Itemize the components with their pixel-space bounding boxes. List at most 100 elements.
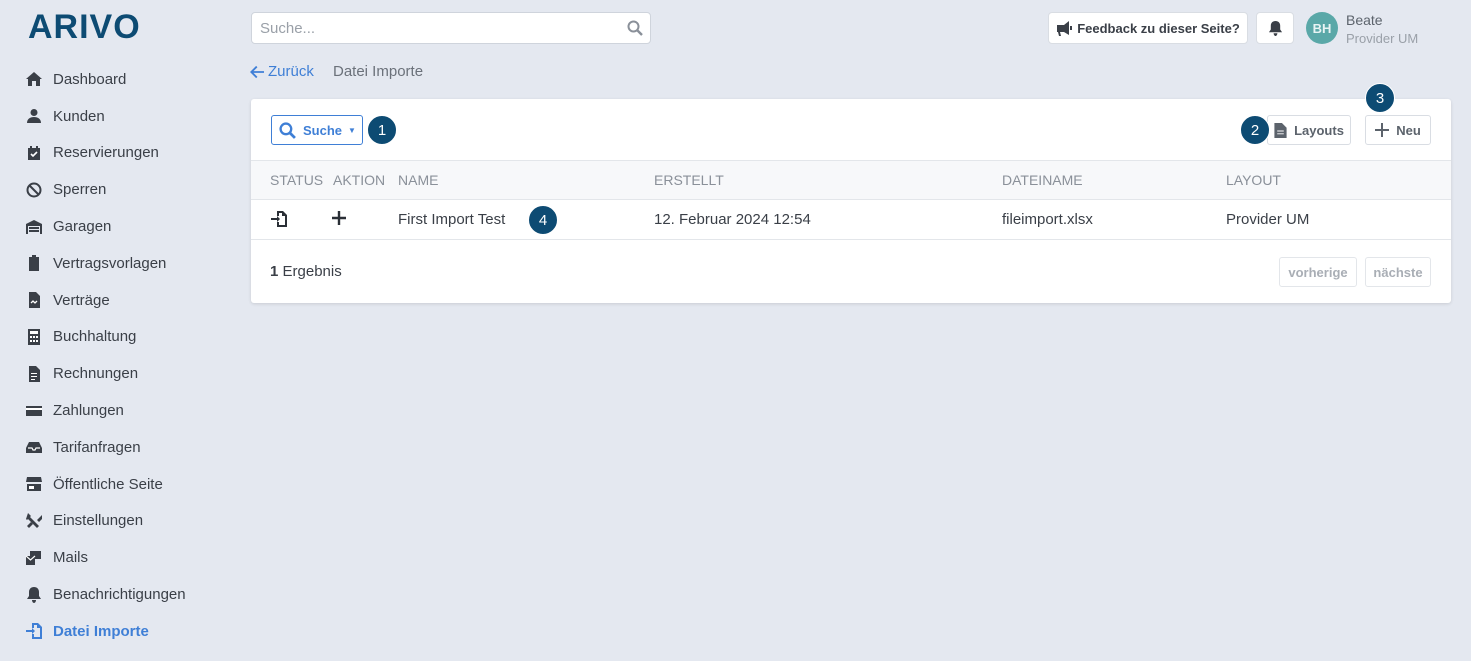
sidebar-item-einstellungen[interactable]: Einstellungen (0, 503, 240, 540)
sidebar-item-oeffentliche-seite[interactable]: Öffentliche Seite (0, 466, 240, 503)
result-count: 1 Ergebnis (270, 263, 342, 280)
sidebar-item-sperren[interactable]: Sperren (0, 171, 240, 208)
column-header-erstellt[interactable]: ERSTELLT (654, 172, 724, 188)
calendar-check-icon (25, 144, 43, 162)
home-icon (25, 70, 43, 88)
credit-card-icon (25, 402, 43, 420)
annotation-badge-2: 2 (1240, 115, 1270, 145)
sidebar-item-label: Reservierungen (53, 144, 159, 162)
file-icon (1274, 122, 1287, 138)
annotation-badge-1: 1 (367, 115, 397, 145)
calculator-icon (25, 328, 43, 346)
sidebar-item-label: Datei Importe (53, 622, 149, 640)
search-dropdown-button[interactable]: Suche ▼ (271, 115, 363, 145)
inbox-icon (25, 438, 43, 456)
sidebar-item-label: Buchhaltung (53, 328, 137, 346)
global-search[interactable] (251, 12, 651, 44)
column-header-layout[interactable]: LAYOUT (1226, 172, 1281, 188)
search-dropdown-label: Suche (303, 122, 343, 138)
sidebar-item-dashboard[interactable]: Dashboard (0, 61, 240, 98)
feedback-button[interactable]: Feedback zu dieser Seite? (1048, 12, 1248, 44)
table-header: STATUS AKTION NAME ERSTELLT DATEINAME LA… (251, 161, 1451, 200)
sidebar-item-zahlungen[interactable]: Zahlungen (0, 392, 240, 429)
page-title: Datei Importe (333, 63, 424, 80)
bell-icon (25, 586, 43, 604)
sidebar: ARIVO Dashboard Kunden Reservierungen Sp… (0, 0, 240, 661)
sidebar-item-label: Garagen (53, 218, 112, 236)
status-import-icon[interactable] (271, 211, 287, 231)
ban-icon (25, 181, 43, 199)
column-header-aktion[interactable]: AKTION (333, 172, 385, 188)
row-filename: fileimport.xlsx (1002, 211, 1093, 228)
sidebar-item-garagen[interactable]: Garagen (0, 208, 240, 245)
logo-icon: ARIVO (28, 8, 141, 46)
row-name: First Import Test (398, 211, 506, 228)
user-role: Provider UM (1346, 31, 1419, 46)
sidebar-nav: Dashboard Kunden Reservierungen Sperren … (0, 61, 240, 650)
new-label: Neu (1396, 122, 1421, 138)
annotation-badge-4: 4 (528, 205, 558, 235)
sidebar-item-label: Sperren (53, 181, 107, 199)
tools-icon (25, 512, 43, 530)
next-page-button[interactable]: nächste (1365, 257, 1431, 287)
sidebar-item-label: Zahlungen (53, 402, 124, 420)
sidebar-item-label: Rechnungen (53, 365, 139, 383)
layouts-label: Layouts (1294, 122, 1344, 138)
table-footer: 1 Ergebnis vorherige nächste (251, 240, 1451, 303)
sidebar-item-reservierungen[interactable]: Reservierungen (0, 135, 240, 172)
svg-text:ARIVO: ARIVO (28, 10, 141, 42)
row-layout: Provider UM (1226, 211, 1310, 228)
arrow-left-icon (250, 65, 264, 78)
bell-icon (1268, 20, 1282, 36)
store-icon (25, 475, 43, 493)
sidebar-item-mails[interactable]: Mails (0, 539, 240, 576)
sidebar-item-rechnungen[interactable]: Rechnungen (0, 355, 240, 392)
annotation-badge-3: 3 (1365, 83, 1395, 113)
avatar[interactable]: BH (1306, 12, 1338, 44)
sidebar-item-benachrichtigungen[interactable]: Benachrichtigungen (0, 576, 240, 613)
sidebar-item-label: Benachrichtigungen (53, 586, 186, 604)
sidebar-item-label: Öffentliche Seite (53, 475, 163, 493)
sidebar-item-label: Dashboard (53, 70, 127, 88)
arivo-logo[interactable]: ARIVO (28, 8, 148, 46)
back-label: Zurück (268, 63, 314, 80)
sidebar-item-kunden[interactable]: Kunden (0, 98, 240, 135)
table-row[interactable]: First Import Test 12. Februar 2024 12:54… (251, 200, 1451, 240)
sidebar-item-label: Vertragsvorlagen (53, 254, 167, 272)
notifications-button[interactable] (1256, 12, 1294, 44)
file-import-icon (25, 622, 43, 640)
prev-page-button[interactable]: vorherige (1279, 257, 1357, 287)
file-contract-icon (25, 291, 43, 309)
clipboard-icon (25, 254, 43, 272)
sidebar-item-vertragsvorlagen[interactable]: Vertragsvorlagen (0, 245, 240, 282)
add-action-icon[interactable] (332, 211, 346, 229)
sidebar-item-datei-importe[interactable]: Datei Importe (0, 613, 240, 650)
row-created: 12. Februar 2024 12:54 (654, 211, 811, 228)
file-invoice-icon (25, 365, 43, 383)
feedback-label: Feedback zu dieser Seite? (1077, 20, 1240, 36)
megaphone-icon (1057, 21, 1073, 36)
card-toolbar: Suche ▼ Layouts Neu (251, 99, 1451, 161)
back-link[interactable]: Zurück (250, 63, 314, 80)
column-header-status[interactable]: STATUS (270, 172, 323, 188)
layouts-button[interactable]: Layouts (1267, 115, 1351, 145)
sidebar-item-vertraege[interactable]: Verträge (0, 282, 240, 319)
search-input[interactable] (260, 19, 620, 37)
warehouse-icon (25, 218, 43, 236)
result-label: Ergebnis (282, 263, 342, 280)
column-header-dateiname[interactable]: DATEINAME (1002, 172, 1083, 188)
caret-down-icon: ▼ (348, 125, 356, 135)
sidebar-item-buchhaltung[interactable]: Buchhaltung (0, 319, 240, 356)
sidebar-item-tarifanfragen[interactable]: Tarifanfragen (0, 429, 240, 466)
search-icon[interactable] (620, 20, 650, 36)
user-name[interactable]: Beate (1346, 12, 1383, 28)
column-header-name[interactable]: NAME (398, 172, 438, 188)
imports-card: Suche ▼ Layouts Neu STATUS AKTION NAME E… (251, 99, 1451, 303)
mail-bulk-icon (25, 549, 43, 567)
sidebar-item-label: Mails (53, 549, 89, 567)
new-import-button[interactable]: Neu (1365, 115, 1431, 145)
user-icon (25, 107, 43, 125)
sidebar-item-label: Tarifanfragen (53, 438, 141, 456)
plus-icon (1375, 123, 1390, 137)
search-icon (279, 121, 296, 139)
